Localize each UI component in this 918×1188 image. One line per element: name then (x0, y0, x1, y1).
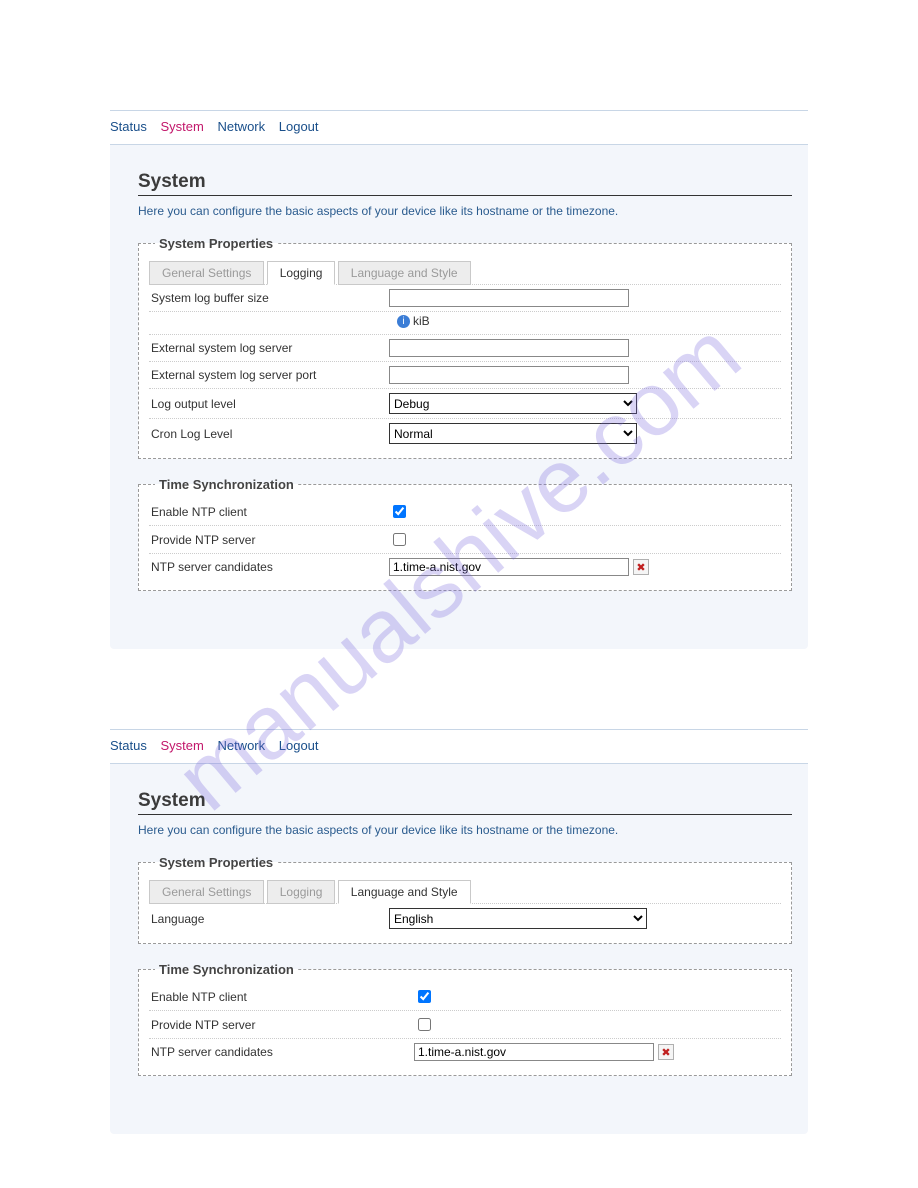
checkbox-provide-ntp[interactable] (393, 533, 406, 546)
label-cron-log-level: Cron Log Level (149, 427, 389, 441)
remove-ntp-candidate-button-2[interactable]: ✖ (658, 1044, 674, 1060)
page-description-2: Here you can configure the basic aspects… (138, 823, 792, 837)
row-enable-ntp-2: Enable NTP client (149, 983, 781, 1011)
label-enable-ntp-2: Enable NTP client (149, 990, 414, 1004)
row-ntp-candidates-2: NTP server candidates ✖ (149, 1039, 781, 1065)
hint-kib: kiB (413, 314, 430, 328)
input-log-buffer-size[interactable] (389, 289, 629, 307)
row-language: Language English (149, 903, 781, 933)
tab-general-settings-2[interactable]: General Settings (149, 880, 264, 904)
label-ext-log-server: External system log server (149, 341, 389, 355)
nav-system-2[interactable]: System (160, 738, 203, 753)
nav-status-2[interactable]: Status (110, 738, 147, 753)
info-icon: i (397, 315, 410, 328)
input-ntp-candidate[interactable] (389, 558, 629, 576)
label-provide-ntp-2: Provide NTP server (149, 1018, 414, 1032)
time-sync-box-2: Time Synchronization Enable NTP client P… (138, 962, 792, 1076)
select-cron-log-level[interactable]: Normal (389, 423, 637, 444)
tab-language-style-2[interactable]: Language and Style (338, 880, 471, 904)
page-description: Here you can configure the basic aspects… (138, 204, 792, 218)
label-provide-ntp: Provide NTP server (149, 533, 389, 547)
system-properties-box-2: System Properties General Settings Loggi… (138, 855, 792, 944)
nav-network[interactable]: Network (217, 119, 265, 134)
label-ntp-candidates-2: NTP server candidates (149, 1045, 414, 1059)
remove-icon: ✖ (661, 1046, 670, 1059)
row-provide-ntp: Provide NTP server (149, 526, 781, 554)
row-ntp-candidates: NTP server candidates ✖ (149, 554, 781, 580)
row-enable-ntp: Enable NTP client (149, 498, 781, 526)
hint-log-buffer-size: ikiB (149, 312, 781, 335)
row-cron-log-level: Cron Log Level Normal (149, 419, 781, 448)
page-title-2: System (138, 790, 792, 815)
row-log-buffer-size: System log buffer size (149, 284, 781, 312)
nav-logout-2[interactable]: Logout (279, 738, 319, 753)
tabs: General Settings Logging Language and St… (149, 261, 781, 285)
select-language[interactable]: English (389, 908, 647, 929)
select-log-output-level[interactable]: Debug (389, 393, 637, 414)
system-properties-legend-2: System Properties (155, 855, 277, 870)
label-language: Language (149, 912, 389, 926)
checkbox-enable-ntp[interactable] (393, 505, 406, 518)
time-sync-legend-2: Time Synchronization (155, 962, 298, 977)
label-enable-ntp: Enable NTP client (149, 505, 389, 519)
nav-logout[interactable]: Logout (279, 119, 319, 134)
checkbox-enable-ntp-2[interactable] (418, 990, 431, 1003)
top-nav-2: Status System Network Logout (110, 730, 808, 764)
screenshot-logging: Status System Network Logout System Here… (0, 0, 918, 649)
screenshot-language: Status System Network Logout System Here… (0, 689, 918, 1134)
tab-general-settings[interactable]: General Settings (149, 261, 264, 285)
input-ext-log-port[interactable] (389, 366, 629, 384)
label-ext-log-port: External system log server port (149, 368, 389, 382)
nav-status[interactable]: Status (110, 119, 147, 134)
nav-system[interactable]: System (160, 119, 203, 134)
input-ntp-candidate-2[interactable] (414, 1043, 654, 1061)
time-sync-legend: Time Synchronization (155, 477, 298, 492)
remove-icon: ✖ (636, 561, 645, 574)
content-panel-2: System Here you can configure the basic … (110, 764, 808, 1134)
page-title: System (138, 171, 792, 196)
label-log-output-level: Log output level (149, 397, 389, 411)
row-ext-log-server: External system log server (149, 335, 781, 362)
tab-logging[interactable]: Logging (267, 261, 336, 285)
nav-network-2[interactable]: Network (217, 738, 265, 753)
system-properties-legend: System Properties (155, 236, 277, 251)
label-log-buffer-size: System log buffer size (149, 291, 389, 305)
tabs-2: General Settings Logging Language and St… (149, 880, 781, 904)
row-log-output-level: Log output level Debug (149, 389, 781, 419)
row-provide-ntp-2: Provide NTP server (149, 1011, 781, 1039)
top-nav: Status System Network Logout (110, 111, 808, 145)
remove-ntp-candidate-button[interactable]: ✖ (633, 559, 649, 575)
time-sync-box: Time Synchronization Enable NTP client P… (138, 477, 792, 591)
content-panel: System Here you can configure the basic … (110, 145, 808, 649)
row-ext-log-port: External system log server port (149, 362, 781, 389)
tab-language-style[interactable]: Language and Style (338, 261, 471, 285)
input-ext-log-server[interactable] (389, 339, 629, 357)
label-ntp-candidates: NTP server candidates (149, 560, 389, 574)
checkbox-provide-ntp-2[interactable] (418, 1018, 431, 1031)
system-properties-box: System Properties General Settings Loggi… (138, 236, 792, 459)
tab-logging-2[interactable]: Logging (267, 880, 336, 904)
